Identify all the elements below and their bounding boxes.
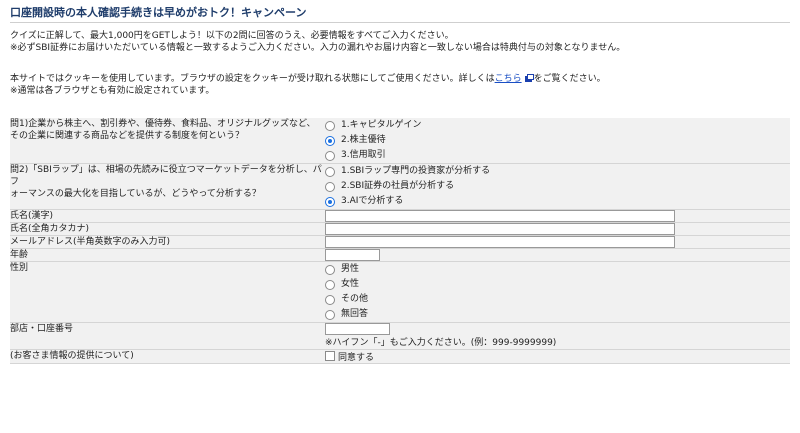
name-kana-label: 氏名(全角カタカナ) bbox=[10, 222, 325, 236]
page-title: 口座開設時の本人確認手続きは早めがおトク！キャンペーン bbox=[10, 4, 790, 23]
q2-option-1[interactable]: 1.SBIラップ専門の投資家が分析する bbox=[325, 164, 790, 179]
external-window-icon bbox=[524, 74, 534, 82]
gender-option-other[interactable]: その他 bbox=[325, 292, 790, 307]
campaign-page: 口座開設時の本人確認手続きは早めがおトク！キャンペーン クイズに正解して、最大1… bbox=[0, 0, 800, 433]
consent-label: (お客さま情報の提供について) bbox=[10, 349, 325, 364]
q1-option-3[interactable]: 3.信用取引 bbox=[325, 148, 790, 163]
q1-label: 問1)企業から株主へ、割引券や、優待券、食料品、オリジナルグッズなど、 その企業… bbox=[10, 118, 325, 164]
q2-label: 問2)「SBIラップ」は、相場の先読みに役立つマーケットデータを分析し、パフ ォ… bbox=[10, 163, 325, 210]
form-row-gender: 性別 男性 女性 その他 無回答 bbox=[10, 261, 790, 323]
q1-radio-3[interactable] bbox=[325, 150, 335, 161]
q2-radio-1[interactable] bbox=[325, 166, 335, 177]
q1-radio-2[interactable] bbox=[325, 135, 335, 146]
intro-line-1: クイズに正解して、最大1,000円をGETしよう！以下の2問に回答のうえ、必要情… bbox=[10, 31, 454, 41]
q2-option-3-label: 3.AIで分析する bbox=[341, 196, 404, 206]
cookie-line-1: 本サイトではクッキーを使用しています。ブラウザの設定をクッキーが受け取れる状態に… bbox=[10, 73, 606, 85]
email-input[interactable] bbox=[325, 236, 675, 248]
age-input[interactable] bbox=[325, 249, 380, 261]
q1-label-line-2: その企業に関連する商品などを提供する制度を何という？ bbox=[10, 131, 245, 141]
consent-checkbox[interactable] bbox=[325, 351, 335, 361]
q1-option-1[interactable]: 1.キャピタルゲイン bbox=[325, 118, 790, 133]
gender-option-male[interactable]: 男性 bbox=[325, 262, 790, 277]
gender-radio-no-answer[interactable] bbox=[325, 309, 335, 320]
q2-option-2-label: 2.SBI証券の社員が分析する bbox=[341, 181, 455, 191]
gender-option-other-label: その他 bbox=[341, 294, 369, 304]
form-row-age: 年齢 bbox=[10, 248, 790, 262]
q2-option-2[interactable]: 2.SBI証券の社員が分析する bbox=[325, 179, 790, 194]
name-kana-input[interactable] bbox=[325, 223, 675, 235]
cookie-text-pre: 本サイトではクッキーを使用しています。ブラウザの設定をクッキーが受け取れる状態に… bbox=[10, 74, 495, 84]
branch-account-note: ※ハイフン「-」もご入力ください。(例：999-9999999) bbox=[325, 338, 557, 348]
gender-label: 性別 bbox=[10, 261, 325, 323]
branch-account-input[interactable] bbox=[325, 323, 390, 335]
cookie-notice: 本サイトではクッキーを使用しています。ブラウザの設定をクッキーが受け取れる状態に… bbox=[10, 73, 606, 97]
cookie-text-post: をご覧ください。 bbox=[533, 74, 606, 84]
q2-radio-3[interactable] bbox=[325, 196, 335, 207]
gender-option-no-answer[interactable]: 無回答 bbox=[325, 307, 790, 322]
form-row-branch-account: 部店・口座番号 ※ハイフン「-」もご入力ください。(例：999-9999999) bbox=[10, 322, 790, 350]
q1-option-2-label: 2.株主優待 bbox=[341, 135, 386, 145]
q1-option-1-label: 1.キャピタルゲイン bbox=[341, 120, 422, 130]
q2-label-line-1: 問2)「SBIラップ」は、相場の先読みに役立つマーケットデータを分析し、パフ bbox=[10, 165, 322, 187]
branch-account-label: 部店・口座番号 bbox=[10, 322, 325, 350]
gender-radio-male[interactable] bbox=[325, 264, 335, 275]
name-kanji-label: 氏名(漢字) bbox=[10, 209, 325, 223]
q2-options: 1.SBIラップ専門の投資家が分析する 2.SBI証券の社員が分析する 3.AI… bbox=[325, 163, 790, 210]
gender-option-female-label: 女性 bbox=[341, 279, 360, 289]
gender-option-female[interactable]: 女性 bbox=[325, 277, 790, 292]
gender-option-male-label: 男性 bbox=[341, 264, 360, 274]
form-row-consent: (お客さま情報の提供について) 同意する bbox=[10, 349, 790, 364]
form-row-q2: 問2)「SBIラップ」は、相場の先読みに役立つマーケットデータを分析し、パフ ォ… bbox=[10, 163, 790, 210]
gender-radio-female[interactable] bbox=[325, 279, 335, 290]
q2-label-line-2: ォーマンスの最大化を目指しているが、どうやって分析する？ bbox=[10, 189, 261, 199]
email-label: メールアドレス(半角英数字のみ入力可) bbox=[10, 235, 325, 249]
q2-option-1-label: 1.SBIラップ専門の投資家が分析する bbox=[341, 166, 491, 176]
entry-form: 問1)企業から株主へ、割引券や、優待券、食料品、オリジナルグッズなど、 その企業… bbox=[10, 118, 790, 364]
name-kanji-input[interactable] bbox=[325, 210, 675, 222]
form-row-email: メールアドレス(半角英数字のみ入力可) bbox=[10, 235, 790, 249]
gender-option-no-answer-label: 無回答 bbox=[341, 309, 369, 319]
gender-options: 男性 女性 その他 無回答 bbox=[325, 261, 790, 323]
form-row-name-kanji: 氏名(漢字) bbox=[10, 209, 790, 223]
gender-radio-other[interactable] bbox=[325, 294, 335, 305]
q1-label-line-1: 問1)企業から株主へ、割引券や、優待券、食料品、オリジナルグッズなど、 bbox=[10, 119, 316, 129]
q1-option-2[interactable]: 2.株主優待 bbox=[325, 133, 790, 148]
cookie-details-link[interactable]: こちら bbox=[495, 74, 522, 84]
form-row-name-kana: 氏名(全角カタカナ) bbox=[10, 222, 790, 236]
intro-text: クイズに正解して、最大1,000円をGETしよう！以下の2問に回答のうえ、必要情… bbox=[10, 30, 625, 54]
q1-option-3-label: 3.信用取引 bbox=[341, 150, 386, 160]
consent-option-label: 同意する bbox=[338, 353, 375, 363]
cookie-line-2: ※通常は各ブラウザとも有効に設定されています。 bbox=[10, 86, 215, 96]
age-label: 年齢 bbox=[10, 248, 325, 262]
q1-radio-1[interactable] bbox=[325, 120, 335, 131]
form-row-q1: 問1)企業から株主へ、割引券や、優待券、食料品、オリジナルグッズなど、 その企業… bbox=[10, 118, 790, 164]
intro-line-2: ※必ずSBI証券にお届けいただいている情報と一致するようご入力ください。入力の漏… bbox=[10, 43, 626, 53]
q2-option-3[interactable]: 3.AIで分析する bbox=[325, 194, 790, 209]
q1-options: 1.キャピタルゲイン 2.株主優待 3.信用取引 bbox=[325, 118, 790, 164]
q2-radio-2[interactable] bbox=[325, 181, 335, 192]
